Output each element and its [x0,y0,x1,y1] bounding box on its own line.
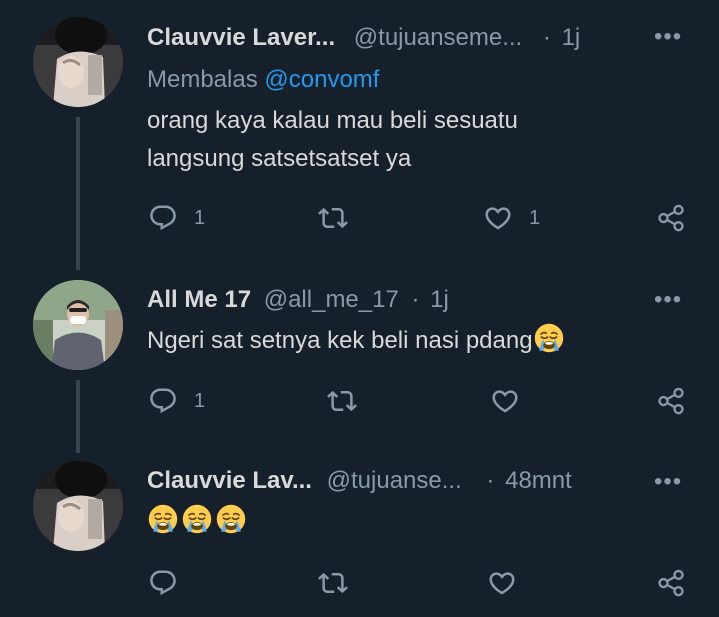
loudly-crying-face-emoji [215,503,247,535]
more-options-icon[interactable]: ••• [654,470,682,494]
reply-mention-link[interactable]: @convomf [264,66,379,93]
share-icon [658,387,684,415]
reply-count: 1 [194,389,206,412]
like-button[interactable]: 1 [483,203,540,233]
like-button[interactable] [487,568,517,598]
reply-count: 1 [194,206,206,229]
more-options-icon[interactable]: ••• [654,288,682,312]
separator-dot: · [542,24,551,51]
heart-icon [485,207,511,230]
tweet-text: orang kaya kalau mau beli sesuatu langsu… [147,102,518,178]
loudly-crying-face-emoji [181,503,213,535]
tweet-header: Clauvvie Lav... @tujuanse... · 48mnt [147,467,572,495]
tweet-header: All Me 17 @all_me_17 · 1j [147,286,449,314]
more-options-icon[interactable]: ••• [654,25,682,49]
avatar[interactable] [33,461,123,551]
share-icon [658,569,684,597]
share-icon [658,204,684,232]
timestamp[interactable]: 48mnt [505,467,572,494]
reply-icon [150,388,176,414]
reply-button[interactable]: 1 [148,203,205,233]
separator-dot: · [411,286,420,313]
username[interactable]: @tujuanseme... [354,24,522,51]
reply-tweet[interactable]: Clauvvie Laver... @tujuanseme... · 1j ••… [0,0,719,265]
heart-icon [492,390,518,413]
reply-button[interactable] [148,568,178,598]
retweet-button[interactable] [327,386,357,416]
tweet-text-line: langsung satsetsatset ya [147,145,412,172]
share-button[interactable] [656,568,686,598]
retweet-button[interactable] [318,203,348,233]
username[interactable]: @all_me_17 [264,286,399,313]
display-name[interactable]: All Me 17 [147,286,251,313]
like-count: 1 [529,206,541,229]
reply-button[interactable]: 1 [148,386,205,416]
replying-to-label: Membalas [147,66,258,93]
tweet-text: Ngeri sat setnya kek beli nasi pdang [147,322,567,360]
retweet-button[interactable] [318,568,348,598]
retweet-icon [327,390,357,412]
reply-icon [150,570,176,596]
reply-tweet[interactable]: All Me 17 @all_me_17 · 1j ••• Ngeri sat … [0,265,719,445]
avatar[interactable] [33,17,123,107]
reply-icon [150,205,176,231]
retweet-icon [318,207,348,229]
tweet-header: Clauvvie Laver... @tujuanseme... · 1j [147,24,580,52]
tweet-text [147,503,249,541]
replying-to: Membalas @convomf [147,66,379,94]
loudly-crying-face-emoji [147,503,179,535]
reply-tweet[interactable]: Clauvvie Lav... @tujuanse... · 48mnt ••• [0,445,719,617]
tweet-text-line: orang kaya kalau mau beli sesuatu [147,107,518,134]
share-button[interactable] [656,203,686,233]
like-button[interactable] [490,386,520,416]
share-button[interactable] [656,386,686,416]
separator-dot: · [486,467,495,494]
loudly-crying-face-emoji [533,322,564,354]
retweet-icon [318,572,348,594]
display-name[interactable]: Clauvvie Lav... [147,467,312,494]
tweet-text-line: Ngeri sat setnya kek beli nasi pdang [147,327,533,354]
timestamp[interactable]: 1j [562,24,581,51]
display-name[interactable]: Clauvvie Laver... [147,24,335,51]
heart-icon [489,572,515,595]
username[interactable]: @tujuanse... [327,467,462,494]
timestamp[interactable]: 1j [430,286,449,313]
avatar[interactable] [33,280,123,370]
